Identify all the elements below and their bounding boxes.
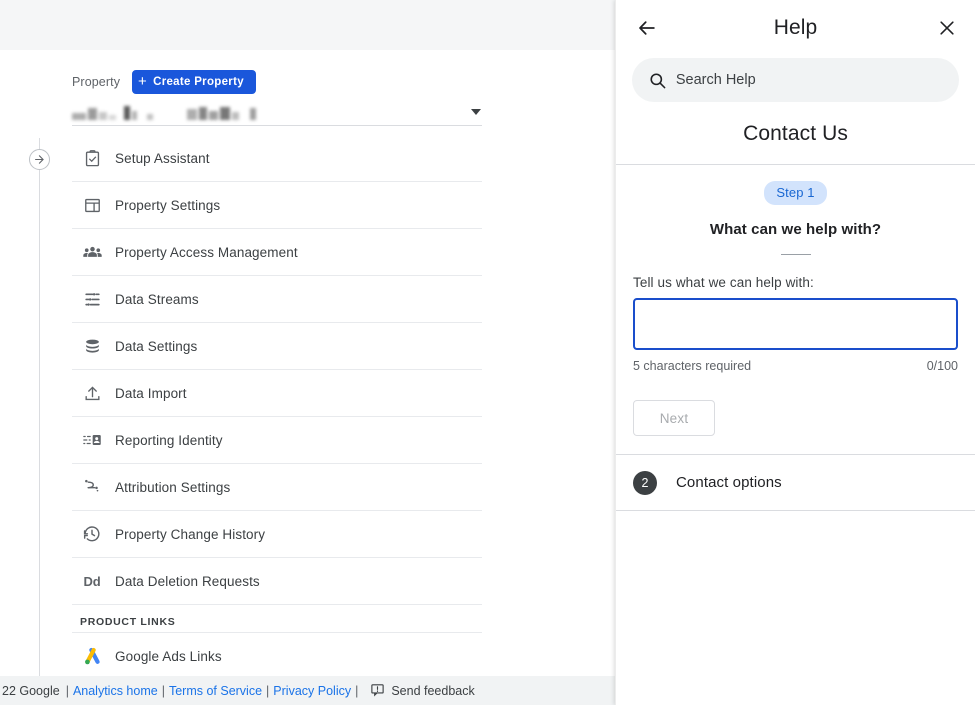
menu-item-label: Property Change History [115,526,266,542]
search-help-bar[interactable] [632,58,959,102]
nav-rail-line [39,138,40,678]
menu-item-google-ads-links[interactable]: Google Ads Links [72,633,482,680]
history-clock-icon [72,524,112,544]
menu-item-property-settings[interactable]: Property Settings [72,182,482,229]
search-input[interactable] [671,71,943,89]
people-group-icon [72,242,112,263]
footer-separator: | [355,683,359,698]
menu-item-data-deletion-requests[interactable]: Dd Data Deletion Requests [72,558,482,605]
upload-icon [72,384,112,403]
contact-us-heading: Contact Us [616,102,975,165]
arrow-right-circle-icon[interactable] [29,149,50,170]
contact-options-label: Contact options [676,474,782,491]
footer-link-terms-of-service[interactable]: Terms of Service [169,684,262,698]
contact-options-row[interactable]: 2 Contact options [616,455,975,511]
menu-item-label: Data Streams [115,291,199,307]
helper-text: 5 characters required [633,359,752,373]
property-selector[interactable] [72,98,482,126]
next-button[interactable]: Next [633,400,715,436]
footer-link-privacy-policy[interactable]: Privacy Policy [273,684,351,698]
menu-item-setup-assistant[interactable]: Setup Assistant [72,135,482,182]
tune-sliders-icon [72,290,112,309]
menu-item-label: Data Import [115,385,187,401]
create-property-label: Create Property [153,76,244,88]
menu-item-property-change-history[interactable]: Property Change History [72,511,482,558]
copyright-text: 22 Google [2,683,60,698]
textarea-meta: 5 characters required 0/100 [633,359,958,373]
menu-item-data-settings[interactable]: Data Settings [72,323,482,370]
dd-text-icon: Dd [83,573,101,589]
arrow-back-icon[interactable] [633,14,661,42]
menu-item-label: Data Deletion Requests [115,573,260,589]
reporting-identity-icon [72,430,112,450]
layout-panel-icon [72,196,112,215]
menu-item-label: Attribution Settings [115,479,231,495]
menu-item-label: Setup Assistant [115,150,210,166]
footer-separator: | [161,683,165,698]
menu-item-label: Property Settings [115,197,221,213]
section-heading-product-links: PRODUCT LINKS [72,605,482,633]
step-1-card: Step 1 What can we help with? Tell us wh… [616,165,975,455]
property-name-redacted [72,103,256,120]
help-panel-header: Help [616,0,975,56]
search-icon [648,71,672,90]
close-icon[interactable] [933,14,961,42]
send-feedback-label: Send feedback [391,683,475,698]
menu-item-label: Reporting Identity [115,432,223,448]
menu-item-label: Property Access Management [115,244,298,260]
menu-item-label: Data Settings [115,338,198,354]
property-header: Property + Create Property [72,70,482,94]
help-panel: Help Contact Us Step 1 What can we help … [615,0,975,705]
footer-link-analytics-home[interactable]: Analytics home [73,684,158,698]
menu-item-attribution-settings[interactable]: Attribution Settings [72,464,482,511]
character-counter: 0/100 [926,359,958,373]
google-ads-icon [72,646,112,667]
divider [780,254,811,255]
chevron-down-icon [471,108,481,115]
help-textarea-wrap [633,298,958,355]
footer-separator: | [65,683,69,698]
admin-menu-list: Setup Assistant Property Settings Proper… [72,135,482,680]
footer-separator: | [266,683,270,698]
step-2-number: 2 [633,470,657,495]
step-badge: Step 1 [764,181,827,205]
create-property-button[interactable]: + Create Property [132,70,256,94]
menu-item-data-import[interactable]: Data Import [72,370,482,417]
menu-item-label: Google Ads Links [115,648,222,664]
clipboard-check-icon [72,149,112,168]
footer: 22 Google | Analytics home | Terms of Se… [0,676,615,705]
feedback-icon [370,682,385,700]
menu-item-reporting-identity[interactable]: Reporting Identity [72,417,482,464]
send-feedback-button[interactable]: Send feedback [370,682,475,700]
property-label: Property [72,75,121,89]
help-field-label: Tell us what we can help with: [633,275,814,290]
analytics-admin-area: Property + Create Property Setup Assista… [0,0,615,705]
menu-item-property-access-management[interactable]: Property Access Management [72,229,482,276]
menu-item-data-streams[interactable]: Data Streams [72,276,482,323]
top-bar [0,0,615,50]
database-stack-icon [72,337,112,356]
help-description-textarea[interactable] [633,298,958,350]
screen: Property + Create Property Setup Assista… [0,0,975,705]
attribution-path-icon [72,477,112,497]
step-badge-wrap: Step 1 [633,181,958,205]
plus-icon: + [138,73,148,90]
help-panel-title: Help [773,16,818,39]
step-question: What can we help with? [709,221,882,238]
